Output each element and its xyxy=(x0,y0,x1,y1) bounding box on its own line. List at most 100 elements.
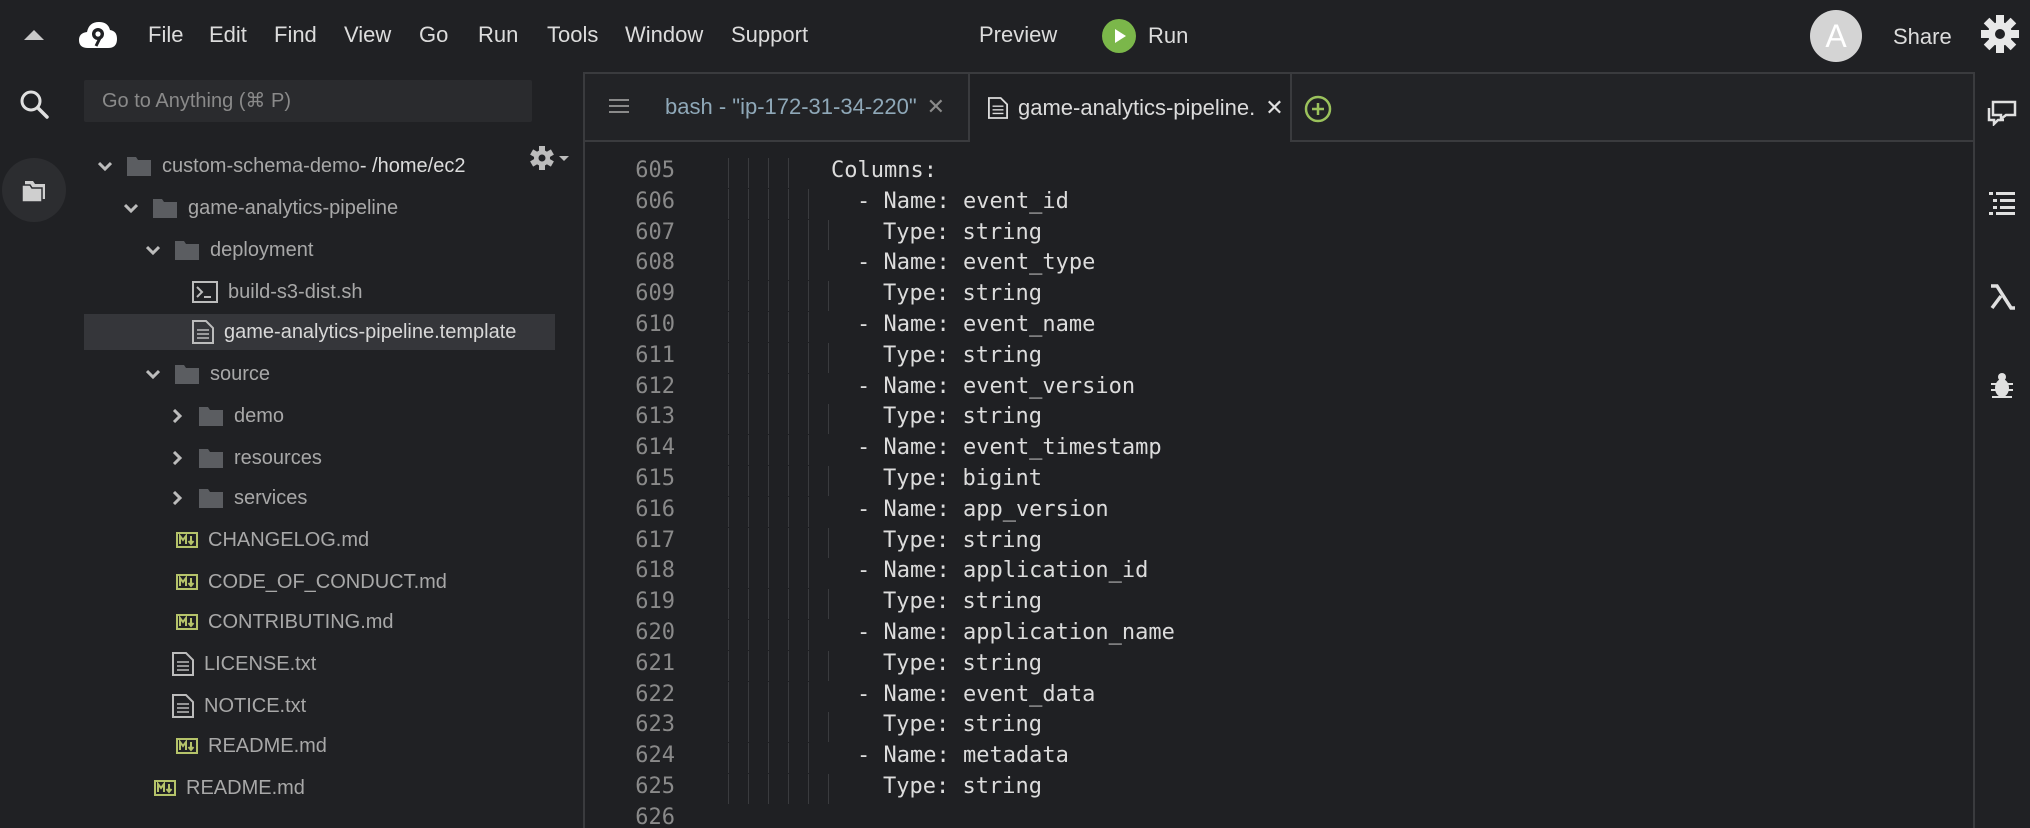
indent-guide xyxy=(828,712,829,743)
menu-view[interactable]: View xyxy=(344,22,391,48)
line-number: 616 xyxy=(635,496,675,522)
tree-file-license[interactable]: LICENSE.txt xyxy=(172,646,316,682)
menu-edit[interactable]: Edit xyxy=(209,22,247,48)
tree-file-readme-root[interactable]: README.md xyxy=(154,770,305,806)
run-button[interactable]: Run xyxy=(1102,18,1188,54)
menu-file[interactable]: File xyxy=(148,22,183,48)
add-tab-plus-icon[interactable] xyxy=(1303,94,1333,129)
tree-label: custom-schema-demo xyxy=(162,154,360,177)
indent-guide xyxy=(788,774,789,804)
indent-guide xyxy=(748,188,749,219)
menu-go[interactable]: Go xyxy=(419,22,448,48)
tree-folder-services[interactable]: services xyxy=(170,480,307,516)
right-icon-rail xyxy=(1973,72,2030,826)
indent-guide xyxy=(768,774,769,804)
search-icon[interactable] xyxy=(18,88,50,125)
terminal-file-icon xyxy=(192,281,218,303)
tree-file-changelog[interactable]: CHANGELOG.md xyxy=(176,522,369,558)
indent-guide xyxy=(768,712,769,743)
tree-folder-custom-schema-demo[interactable]: custom-schema-demo - /home/ec2 xyxy=(98,148,518,184)
tree-label: game-analytics-pipeline.template xyxy=(224,320,517,343)
tree-folder-demo[interactable]: demo xyxy=(170,398,284,434)
code-text: - Name: event_data xyxy=(857,681,1096,707)
tab-bash-terminal[interactable]: bash - "ip-172-31-34-220" ✕ xyxy=(665,74,945,140)
outline-icon[interactable] xyxy=(1987,190,2017,221)
close-icon[interactable]: ✕ xyxy=(1265,95,1283,121)
tree-label: source xyxy=(210,362,271,385)
tree-file-notice[interactable]: NOTICE.txt xyxy=(172,688,306,724)
indent-guide xyxy=(748,496,749,527)
gear-icon[interactable] xyxy=(1980,14,2020,59)
indent-guide xyxy=(748,589,749,620)
code-line: 612 - Name: event_version xyxy=(585,373,1973,404)
file-explorer-button[interactable] xyxy=(2,158,66,222)
cloud9-logo-icon[interactable] xyxy=(78,20,118,55)
indent-guide xyxy=(728,496,729,527)
menu-window[interactable]: Window xyxy=(625,22,703,48)
menu-tools[interactable]: Tools xyxy=(547,22,598,48)
tree-label: LICENSE.txt xyxy=(204,652,317,675)
tree-folder-resources[interactable]: resources xyxy=(170,440,322,476)
tree-settings-gear-icon[interactable] xyxy=(528,144,574,177)
line-number: 622 xyxy=(635,681,675,707)
chevron-right-icon xyxy=(172,491,183,505)
tree-file-code-of-conduct[interactable]: CODE_OF_CONDUCT.md xyxy=(176,564,447,600)
line-number: 625 xyxy=(635,774,675,799)
line-number: 619 xyxy=(635,589,675,615)
code-text: Type: bigint xyxy=(883,466,1042,491)
indent-guide xyxy=(788,250,789,281)
tree-label: build-s3-dist.sh xyxy=(228,280,363,303)
menu-support[interactable]: Support xyxy=(731,22,808,48)
indent-guide xyxy=(788,558,789,589)
menu-run[interactable]: Run xyxy=(478,22,518,48)
indent-guide xyxy=(808,743,809,774)
menu-find[interactable]: Find xyxy=(274,22,317,48)
indent-guide xyxy=(808,466,809,496)
close-icon[interactable]: ✕ xyxy=(927,94,945,120)
line-number: 621 xyxy=(635,650,675,676)
indent-guide xyxy=(728,743,729,774)
indent-guide xyxy=(728,373,729,404)
indent-guide xyxy=(808,188,809,219)
lambda-icon[interactable] xyxy=(1987,282,2017,317)
tree-file-contributing[interactable]: CONTRIBUTING.md xyxy=(176,604,394,640)
tab-list-menu-icon[interactable] xyxy=(609,98,629,119)
line-number: 611 xyxy=(635,342,675,368)
chat-icon[interactable] xyxy=(1987,100,2017,131)
indent-guide xyxy=(768,281,769,312)
code-area[interactable]: 605 Columns: 606 - Name: event_id 607 Type: s… xyxy=(585,140,1973,828)
debugger-icon[interactable] xyxy=(1987,372,2017,405)
indent-guide xyxy=(768,404,769,435)
tree-folder-game-analytics-pipeline[interactable]: game-analytics-pipeline xyxy=(124,190,398,226)
tree-file-game-analytics-template[interactable]: game-analytics-pipeline.template xyxy=(84,314,555,350)
indent-guide xyxy=(748,681,749,712)
code-line: 623 Type: string xyxy=(585,712,1973,743)
folder-icon xyxy=(175,241,199,260)
tree-folder-deployment[interactable]: deployment xyxy=(146,232,313,268)
indent-guide xyxy=(748,373,749,404)
code-text: - Name: metadata xyxy=(857,743,1069,769)
code-text: Type: string xyxy=(883,527,1042,553)
indent-guide xyxy=(808,774,809,804)
tree-file-readme-pipeline[interactable]: README.md xyxy=(176,728,327,764)
tab-game-analytics-template[interactable]: game-analytics-pipeline. ✕ xyxy=(968,74,1292,142)
collapse-menu-icon[interactable] xyxy=(24,30,44,40)
indent-guide xyxy=(748,158,749,188)
indent-guide xyxy=(748,435,749,466)
indent-guide xyxy=(788,620,789,650)
go-to-anything-input[interactable] xyxy=(84,80,532,122)
tree-file-build-s3-dist[interactable]: build-s3-dist.sh xyxy=(192,274,363,310)
indent-guide xyxy=(768,527,769,558)
indent-guide xyxy=(748,712,749,743)
preview-button[interactable]: Preview xyxy=(979,22,1057,48)
indent-guide xyxy=(828,466,829,496)
tree-label: CONTRIBUTING.md xyxy=(208,610,394,633)
folder-icon xyxy=(127,157,151,176)
tree-folder-source[interactable]: source xyxy=(146,356,270,392)
code-line: 622 - Name: event_data xyxy=(585,681,1973,712)
indent-guide xyxy=(748,281,749,312)
code-text: - Name: app_version xyxy=(857,496,1109,522)
share-button[interactable]: Share xyxy=(1893,24,1952,50)
avatar[interactable]: A xyxy=(1810,10,1862,62)
folder-icon xyxy=(199,449,223,468)
